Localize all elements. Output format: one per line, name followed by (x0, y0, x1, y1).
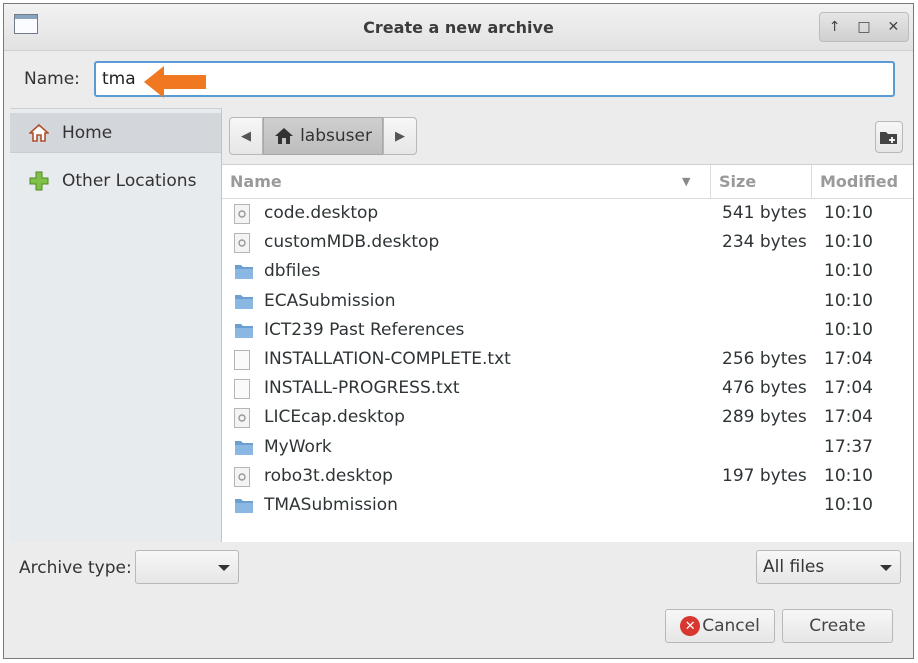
file-row[interactable]: INSTALLATION-COMPLETE.txt 256 bytes 17:04 (222, 345, 913, 374)
new-folder-button[interactable] (875, 121, 903, 153)
file-name: INSTALLATION-COMPLETE.txt (264, 349, 511, 369)
desktop-file-icon (234, 466, 254, 487)
home-icon (275, 128, 294, 144)
file-name: LICEcap.desktop (264, 407, 405, 428)
sidebar-item-home[interactable]: Home (10, 113, 221, 153)
name-row: Name: (4, 59, 913, 101)
file-modified: 17:37 (824, 436, 873, 457)
column-header-name[interactable]: Name (230, 172, 282, 191)
restore-icon[interactable]: □ (852, 19, 876, 35)
create-archive-dialog: Create a new archive ↑ □ ✕ Name: Home Ot… (3, 3, 914, 659)
sidebar-item-label: Other Locations (62, 171, 197, 191)
file-size: 541 bytes (722, 203, 807, 223)
places-sidebar: Home Other Locations (10, 108, 222, 542)
file-row[interactable]: INSTALL-PROGRESS.txt 476 bytes 17:04 (222, 374, 913, 403)
path-button-labsuser[interactable]: labsuser (263, 117, 383, 155)
file-name: TMASubmission (264, 495, 398, 515)
file-row[interactable]: TMASubmission 10:10 (222, 491, 913, 520)
file-filter-dropdown[interactable]: All files (756, 550, 901, 584)
file-modified: 10:10 (824, 319, 873, 340)
window-title: Create a new archive (363, 18, 554, 37)
cancel-button[interactable]: ✕ Cancel (665, 609, 775, 643)
file-modified: 10:10 (824, 261, 873, 282)
path-bar: ◀ labsuser ▶ (229, 117, 417, 157)
file-name: robo3t.desktop (264, 465, 393, 486)
path-forward-button[interactable]: ▶ (383, 117, 417, 155)
desktop-file-icon (234, 233, 254, 254)
file-row[interactable]: customMDB.desktop 234 bytes 10:10 (222, 228, 913, 257)
name-label: Name: (24, 69, 80, 89)
sidebar-item-label: Home (62, 122, 113, 143)
chevron-right-icon: ▶ (395, 128, 405, 144)
folder-icon (234, 496, 254, 515)
file-row[interactable]: ECASubmission 10:10 (222, 287, 913, 316)
file-filter-value: All files (763, 557, 825, 577)
file-name: MyWork (264, 436, 332, 457)
text-file-icon (234, 379, 254, 400)
desktop-file-icon (234, 204, 254, 224)
file-list-header: Name ▼ Size Modified (222, 165, 913, 199)
archive-type-label: Archive type: (19, 558, 132, 578)
chevron-down-icon (218, 565, 230, 571)
file-row[interactable]: MyWork 17:37 (222, 433, 913, 462)
title-bar: Create a new archive ↑ □ ✕ (4, 4, 913, 51)
desktop-file-icon (234, 408, 254, 429)
file-name: code.desktop (264, 203, 379, 223)
name-input[interactable] (94, 61, 895, 97)
sort-down-icon: ▼ (682, 175, 691, 188)
file-name: ECASubmission (264, 290, 396, 311)
folder-icon (234, 321, 254, 340)
path-back-button[interactable]: ◀ (229, 117, 263, 155)
file-modified: 10:10 (824, 495, 873, 515)
column-header-size[interactable]: Size (719, 172, 756, 191)
cancel-icon: ✕ (680, 616, 701, 636)
file-size: 234 bytes (722, 232, 807, 253)
file-size: 256 bytes (722, 349, 807, 369)
file-row[interactable]: code.desktop 541 bytes 10:10 (222, 199, 913, 228)
text-file-icon (234, 350, 254, 370)
arrow-annotation-icon (144, 66, 206, 98)
file-size: 476 bytes (722, 378, 807, 399)
folder-icon (234, 438, 254, 457)
file-row[interactable]: LICEcap.desktop 289 bytes 17:04 (222, 403, 913, 432)
file-modified: 10:10 (824, 203, 873, 223)
file-list: Name ▼ Size Modified code.desktop 541 byt… (222, 164, 913, 542)
file-name: ICT239 Past References (264, 319, 465, 340)
chevron-left-icon: ◀ (241, 128, 251, 144)
file-name: customMDB.desktop (264, 232, 440, 253)
file-row[interactable]: dbfiles 10:10 (222, 257, 913, 286)
column-divider[interactable] (811, 165, 812, 198)
file-row[interactable]: robo3t.desktop 197 bytes 10:10 (222, 462, 913, 491)
folder-icon (234, 262, 254, 281)
file-size: 197 bytes (722, 465, 807, 486)
file-modified: 10:10 (824, 465, 873, 486)
new-folder-icon (880, 132, 897, 144)
create-button[interactable]: Create (782, 609, 893, 643)
path-label: labsuser (300, 126, 372, 146)
home-icon (28, 122, 50, 144)
file-modified: 10:10 (824, 232, 873, 253)
file-modified: 17:04 (824, 378, 873, 399)
file-modified: 17:04 (824, 407, 873, 428)
window-controls: ↑ □ ✕ (819, 12, 909, 42)
file-name: INSTALL-PROGRESS.txt (264, 378, 460, 399)
cancel-label: Cancel (702, 616, 760, 636)
chevron-down-icon (880, 565, 892, 571)
file-modified: 17:04 (824, 349, 873, 369)
create-label: Create (809, 616, 866, 636)
close-icon[interactable]: ✕ (881, 19, 905, 35)
file-row[interactable]: ICT239 Past References 10:10 (222, 316, 913, 345)
folder-icon (234, 292, 254, 311)
sidebar-item-other-locations[interactable]: Other Locations (10, 161, 221, 201)
column-header-modified[interactable]: Modified (820, 172, 898, 191)
file-name: dbfiles (264, 261, 321, 282)
plus-icon (28, 170, 50, 192)
column-divider[interactable] (710, 165, 711, 198)
file-modified: 10:10 (824, 290, 873, 311)
archive-type-dropdown[interactable] (135, 550, 239, 584)
file-size: 289 bytes (722, 407, 807, 428)
bottom-bar: Archive type: All files ✕ Cancel Create (4, 541, 913, 660)
maximize-up-icon[interactable]: ↑ (823, 19, 847, 35)
